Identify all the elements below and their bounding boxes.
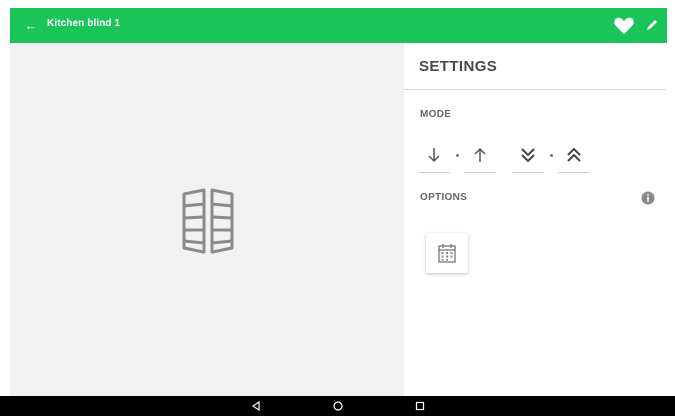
app-window: ← Kitchen blind 1 SETTINGS MODE OPTIONS	[10, 8, 667, 396]
heart-icon	[614, 17, 634, 35]
divider	[404, 89, 667, 90]
nav-back-icon[interactable]	[250, 400, 262, 412]
device-preview-pane	[10, 43, 404, 396]
page-title: Kitchen blind 1	[47, 18, 121, 29]
window-blind-icon	[182, 188, 234, 254]
favorite-button[interactable]	[613, 15, 635, 35]
options-label: OPTIONS	[420, 192, 468, 203]
mode-double-up-button[interactable]	[558, 141, 590, 173]
mode-separator	[550, 154, 553, 157]
schedule-button[interactable]	[426, 233, 468, 273]
arrow-down-icon	[428, 148, 440, 163]
arrow-up-icon	[474, 147, 486, 162]
mode-double-down-button[interactable]	[512, 141, 544, 173]
mode-up-button[interactable]	[464, 141, 496, 173]
mode-down-button[interactable]	[418, 141, 450, 173]
mode-label: MODE	[420, 109, 452, 120]
pencil-icon	[647, 20, 657, 30]
edit-button[interactable]	[644, 17, 660, 33]
double-chevron-down-icon	[521, 148, 535, 163]
system-navigation-bar	[0, 396, 675, 416]
arrow-left-icon: ←	[24, 18, 38, 33]
back-button[interactable]: ←	[22, 17, 40, 35]
settings-title: SETTINGS	[419, 58, 498, 75]
settings-panel: SETTINGS MODE OPTIONS	[404, 43, 667, 396]
top-app-bar: ← Kitchen blind 1	[10, 8, 667, 43]
calendar-icon	[438, 244, 456, 263]
nav-home-icon[interactable]	[332, 400, 344, 412]
mode-separator	[456, 154, 459, 157]
double-chevron-up-icon	[567, 147, 581, 162]
info-icon[interactable]	[641, 191, 655, 205]
nav-recents-icon[interactable]	[414, 400, 426, 412]
